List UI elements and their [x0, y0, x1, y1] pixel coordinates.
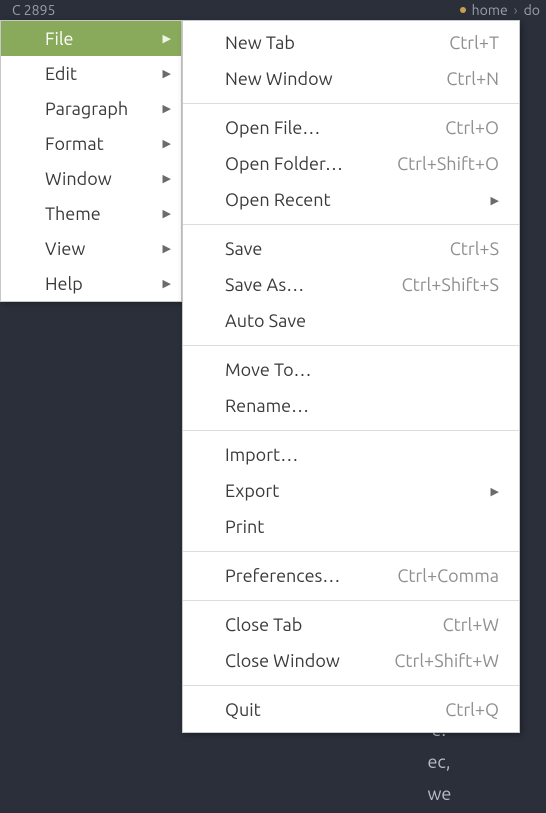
bg-line: we	[345, 784, 451, 804]
submenu-shortcut: Ctrl+S	[450, 239, 499, 259]
submenu-close-tab[interactable]: Close Tab Ctrl+W	[183, 607, 519, 643]
submenu-export[interactable]: Export ▶	[183, 473, 519, 509]
breadcrumb-part: do	[524, 0, 540, 20]
menu-theme[interactable]: Theme ▶	[1, 196, 181, 231]
submenu-print[interactable]: Print	[183, 509, 519, 545]
submenu-label: Open Folder…	[225, 154, 343, 174]
submenu-open-folder[interactable]: Open Folder… Ctrl+Shift+O	[183, 146, 519, 182]
submenu-shortcut: Ctrl+Q	[445, 700, 499, 720]
submenu-rename[interactable]: Rename…	[183, 388, 519, 424]
submenu-shortcut: Ctrl+W	[443, 615, 499, 635]
menu-format[interactable]: Format ▶	[1, 126, 181, 161]
chevron-right-icon: ▶	[163, 32, 171, 45]
submenu-save[interactable]: Save Ctrl+S	[183, 231, 519, 267]
chevron-right-icon: ▶	[163, 137, 171, 150]
chevron-right-icon: ▶	[163, 102, 171, 115]
breadcrumb-dot-icon	[460, 7, 466, 13]
submenu-shortcut: Ctrl+Shift+S	[402, 275, 499, 295]
submenu-label: Open Recent	[225, 190, 331, 210]
submenu-label: Export	[225, 481, 279, 501]
submenu-save-as[interactable]: Save As… Ctrl+Shift+S	[183, 267, 519, 303]
submenu-shortcut: Ctrl+T	[449, 33, 499, 53]
submenu-label: Import…	[225, 445, 298, 465]
submenu-quit[interactable]: Quit Ctrl+Q	[183, 692, 519, 728]
submenu-shortcut: Ctrl+N	[446, 69, 499, 89]
submenu-label: Move To…	[225, 360, 312, 380]
file-submenu: New Tab Ctrl+T New Window Ctrl+N Open Fi…	[182, 20, 520, 733]
menu-window[interactable]: Window ▶	[1, 161, 181, 196]
chevron-right-icon: ▶	[163, 242, 171, 255]
chevron-right-icon: ▶	[163, 172, 171, 185]
menu-edit[interactable]: Edit ▶	[1, 56, 181, 91]
submenu-open-recent[interactable]: Open Recent ▶	[183, 182, 519, 218]
submenu-new-tab[interactable]: New Tab Ctrl+T	[183, 25, 519, 61]
submenu-preferences[interactable]: Preferences… Ctrl+Comma	[183, 558, 519, 594]
submenu-close-window[interactable]: Close Window Ctrl+Shift+W	[183, 643, 519, 679]
submenu-label: Quit	[225, 700, 261, 720]
submenu-move-to[interactable]: Move To…	[183, 352, 519, 388]
menu-paragraph[interactable]: Paragraph ▶	[1, 91, 181, 126]
separator	[183, 103, 519, 104]
menu-label: Theme	[45, 204, 101, 224]
submenu-label: Open File…	[225, 118, 320, 138]
submenu-open-file[interactable]: Open File… Ctrl+O	[183, 110, 519, 146]
topbar-left: C 2895	[12, 0, 55, 20]
submenu-new-window[interactable]: New Window Ctrl+N	[183, 61, 519, 97]
separator	[183, 551, 519, 552]
top-bar: C 2895 home › do	[0, 0, 546, 20]
submenu-shortcut: Ctrl+O	[445, 118, 499, 138]
menu-view[interactable]: View ▶	[1, 231, 181, 266]
submenu-shortcut: Ctrl+Comma	[397, 566, 499, 586]
chevron-right-icon: ▶	[491, 485, 499, 498]
menu-label: Window	[45, 169, 112, 189]
submenu-import[interactable]: Import…	[183, 437, 519, 473]
menu-label: Edit	[45, 64, 77, 84]
menu-label: Help	[45, 274, 83, 294]
chevron-right-icon: ▶	[163, 67, 171, 80]
menu-label: View	[45, 239, 85, 259]
separator	[183, 345, 519, 346]
chevron-right-icon: ▶	[163, 207, 171, 220]
main-menu: File ▶ Edit ▶ Paragraph ▶ Format ▶ Windo…	[0, 20, 182, 302]
menu-label: Format	[45, 134, 104, 154]
chevron-right-icon: ›	[514, 0, 518, 20]
bg-line: ec,	[345, 752, 450, 772]
submenu-label: Preferences…	[225, 566, 340, 586]
menu-label: File	[45, 29, 74, 49]
chevron-right-icon: ▶	[491, 194, 499, 207]
submenu-label: Close Tab	[225, 615, 302, 635]
submenu-auto-save[interactable]: Auto Save	[183, 303, 519, 339]
submenu-label: Save	[225, 239, 262, 259]
menu-label: Paragraph	[45, 99, 128, 119]
separator	[183, 685, 519, 686]
menu-file[interactable]: File ▶	[1, 21, 181, 56]
menu-help[interactable]: Help ▶	[1, 266, 181, 301]
chevron-right-icon: ▶	[163, 277, 171, 290]
separator	[183, 430, 519, 431]
submenu-label: New Window	[225, 69, 333, 89]
submenu-label: Rename…	[225, 396, 309, 416]
submenu-label: Save As…	[225, 275, 304, 295]
breadcrumb: home › do	[460, 0, 540, 20]
separator	[183, 224, 519, 225]
submenu-label: Close Window	[225, 651, 340, 671]
submenu-label: Print	[225, 517, 264, 537]
submenu-label: Auto Save	[225, 311, 306, 331]
submenu-shortcut: Ctrl+Shift+W	[394, 651, 499, 671]
submenu-shortcut: Ctrl+Shift+O	[397, 154, 499, 174]
submenu-label: New Tab	[225, 33, 295, 53]
breadcrumb-home: home	[472, 0, 508, 20]
separator	[183, 600, 519, 601]
